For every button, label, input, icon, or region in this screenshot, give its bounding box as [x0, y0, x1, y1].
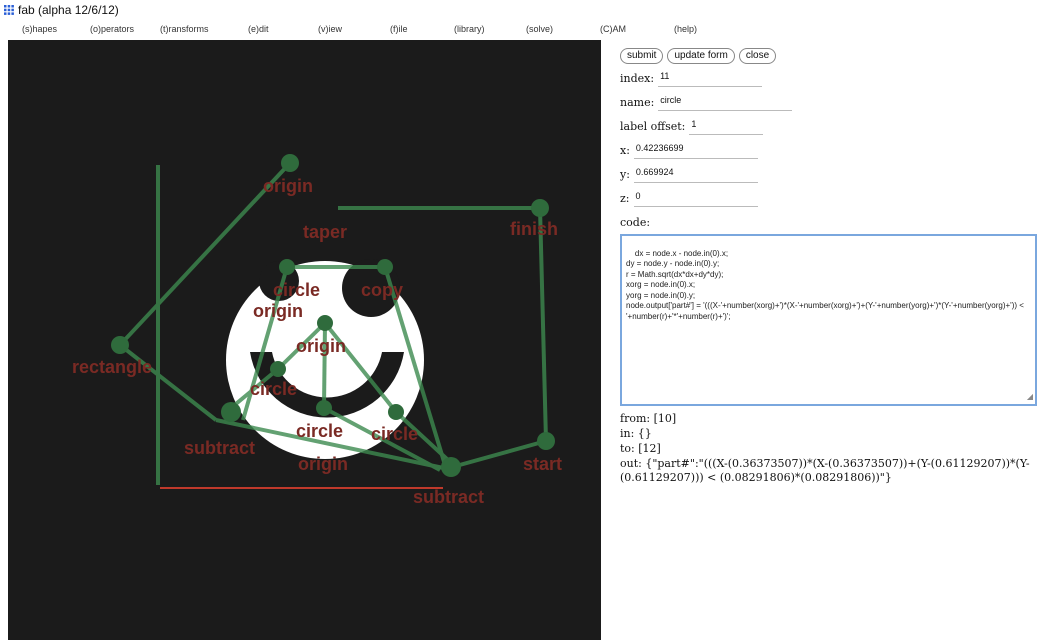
to-text: to: [12]: [620, 442, 661, 455]
x-field[interactable]: 0.42236699: [633, 141, 758, 159]
menubar: (s)hapes (o)perators (t)ransforms (e)dit…: [8, 22, 1028, 38]
label-circle: circle: [250, 379, 297, 399]
name-label: name:: [620, 95, 655, 109]
label-circle: circle: [273, 280, 320, 300]
resize-handle-icon[interactable]: ◢: [1027, 392, 1033, 403]
label-start: start: [523, 454, 562, 474]
label-circle: circle: [371, 424, 418, 444]
menu-file[interactable]: (f)ile: [390, 24, 408, 34]
label-origin: origin: [263, 176, 313, 196]
label-origin: origin: [253, 301, 303, 321]
window-title: fab (alpha 12/6/12): [18, 3, 119, 17]
submit-button[interactable]: submit: [620, 48, 664, 64]
label-offset-field[interactable]: 1: [689, 117, 764, 135]
label-subtract: subtract: [413, 487, 484, 507]
design-canvas[interactable]: origin taper finish circle copy origin o…: [8, 40, 601, 640]
z-row: z: 0: [620, 188, 1041, 208]
label-origin: origin: [298, 454, 348, 474]
y-label: y:: [620, 167, 630, 181]
grid-icon: [4, 5, 14, 15]
close-button[interactable]: close: [738, 48, 777, 64]
menu-library[interactable]: (library): [454, 24, 485, 34]
index-label: index:: [620, 71, 655, 85]
node-graph[interactable]: origin taper finish circle copy origin o…: [8, 40, 601, 640]
index-field[interactable]: 11: [658, 69, 763, 87]
x-label: x:: [620, 143, 630, 157]
label-copy: copy: [361, 280, 403, 300]
name-field[interactable]: circle: [658, 93, 793, 111]
x-row: x: 0.42236699: [620, 140, 1041, 160]
code-editor[interactable]: dx = node.x - node.in(0).x; dy = node.y …: [620, 234, 1037, 406]
code-label-row: code:: [620, 212, 1041, 232]
from-text: from: [10]: [620, 412, 677, 425]
update-form-button[interactable]: update form: [667, 48, 735, 64]
label-origin: origin: [296, 336, 346, 356]
menu-shapes[interactable]: (s)hapes: [22, 24, 57, 34]
node-form: submit update form close index: 11 name:…: [620, 48, 1041, 640]
name-row: name: circle: [620, 92, 1041, 112]
menu-view[interactable]: (v)iew: [318, 24, 342, 34]
label-finish: finish: [510, 219, 558, 239]
y-field[interactable]: 0.669924: [633, 165, 758, 183]
label-circle: circle: [296, 421, 343, 441]
code-text: dx = node.x - node.in(0).x; dy = node.y …: [626, 248, 1024, 321]
menu-operators[interactable]: (o)perators: [90, 24, 134, 34]
label-offset-row: label offset: 1: [620, 116, 1041, 136]
z-field[interactable]: 0: [633, 189, 758, 207]
label-rectangle: rectangle: [72, 357, 152, 377]
y-row: y: 0.669924: [620, 164, 1041, 184]
out-text: out: {"part#":"(((X-(0.36373507))*(X-(0.…: [620, 457, 1030, 484]
menu-solve[interactable]: (solve): [526, 24, 553, 34]
label-taper: taper: [303, 222, 347, 242]
in-text: in: {}: [620, 427, 652, 440]
menu-transforms[interactable]: (t)ransforms: [160, 24, 209, 34]
menu-cam[interactable]: (C)AM: [600, 24, 626, 34]
z-label: z:: [620, 191, 630, 205]
label-subtract: subtract: [184, 438, 255, 458]
index-row: index: 11: [620, 68, 1041, 88]
window-titlebar: fab (alpha 12/6/12): [0, 0, 1041, 20]
code-label: code:: [620, 215, 651, 229]
menu-help[interactable]: (help): [674, 24, 697, 34]
form-buttons: submit update form close: [620, 48, 1041, 64]
menu-edit[interactable]: (e)dit: [248, 24, 269, 34]
label-offset-label: label offset:: [620, 119, 686, 133]
